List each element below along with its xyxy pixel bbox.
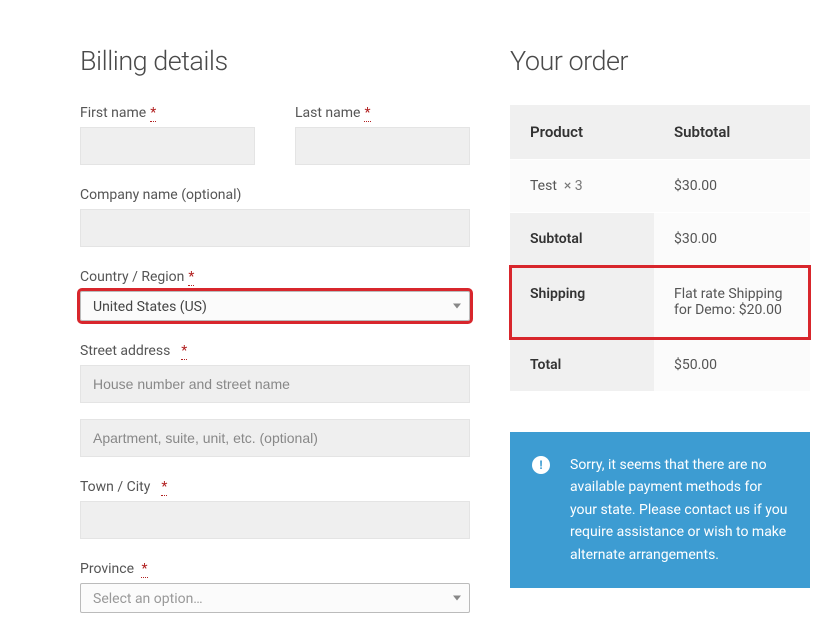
country-select[interactable]: United States (US) [80,291,470,321]
order-total-row: Total $50.00 [510,339,810,392]
required-marker: * [181,343,187,360]
order-item-total: $30.00 [654,160,810,213]
billing-section: Billing details First name* Last name* C… [80,45,470,613]
order-section: Your order Product Subtotal Test × 3 $30… [510,45,810,613]
order-subtotal-row: Subtotal $30.00 [510,213,810,266]
province-label-text: Province [80,561,134,577]
city-input[interactable] [80,501,470,539]
province-select[interactable]: Select an option… [80,583,470,613]
order-header-row: Product Subtotal [510,105,810,160]
city-label: Town / City * [80,479,470,495]
order-header-product: Product [510,105,654,160]
province-select-value: Select an option… [93,591,203,607]
first-name-input[interactable] [80,127,255,165]
street2-input[interactable] [80,419,470,457]
order-total-label: Total [510,339,654,392]
street1-input[interactable] [80,365,470,403]
order-item-qty: × 3 [564,178,583,194]
order-item-name: Test [530,178,557,194]
required-marker: * [364,105,370,122]
city-label-text: Town / City [80,479,150,495]
order-shipping-value: Flat rate Shipping for Demo: $20.00 [654,266,810,339]
last-name-input[interactable] [295,127,470,165]
company-field: Company name (optional) [80,187,470,247]
country-field: Country / Region* United States (US) [80,269,470,321]
order-subtotal-value: $30.00 [654,213,810,266]
street-field: Street address * [80,343,470,457]
order-item-name-cell: Test × 3 [510,160,654,213]
order-subtotal-label: Subtotal [510,213,654,266]
required-marker: * [150,105,156,122]
order-header-subtotal: Subtotal [654,105,810,160]
order-total-value: $50.00 [654,339,810,392]
country-label: Country / Region* [80,269,470,285]
payment-notice-text: Sorry, it seems that there are no availa… [570,457,787,563]
city-field: Town / City * [80,479,470,539]
first-name-field: First name* [80,105,255,165]
street-label-text: Street address [80,343,170,359]
order-title: Your order [510,45,810,77]
company-input[interactable] [80,209,470,247]
country-label-text: Country / Region [80,269,184,285]
required-marker: * [161,479,167,496]
last-name-field: Last name* [295,105,470,165]
street-label: Street address * [80,343,470,359]
order-shipping-line2: for Demo: $20.00 [674,302,782,318]
order-shipping-line1: Flat rate Shipping [674,286,783,302]
last-name-label: Last name* [295,105,470,121]
country-select-value: United States (US) [93,299,207,315]
order-item-row: Test × 3 $30.00 [510,160,810,213]
first-name-label-text: First name [80,105,146,121]
chevron-down-icon [453,596,461,601]
first-name-label: First name* [80,105,255,121]
last-name-label-text: Last name [295,105,360,121]
billing-title: Billing details [80,45,470,77]
province-field: Province * Select an option… [80,561,470,613]
required-marker: * [141,561,147,578]
chevron-down-icon [453,304,461,309]
order-table: Product Subtotal Test × 3 $30.00 Subtota… [510,105,810,392]
info-icon: ! [532,456,550,474]
province-label: Province * [80,561,470,577]
order-shipping-row: Shipping Flat rate Shipping for Demo: $2… [510,266,810,339]
payment-notice: ! Sorry, it seems that there are no avai… [510,432,810,588]
order-shipping-label: Shipping [510,266,654,339]
required-marker: * [188,269,194,286]
company-label: Company name (optional) [80,187,470,203]
